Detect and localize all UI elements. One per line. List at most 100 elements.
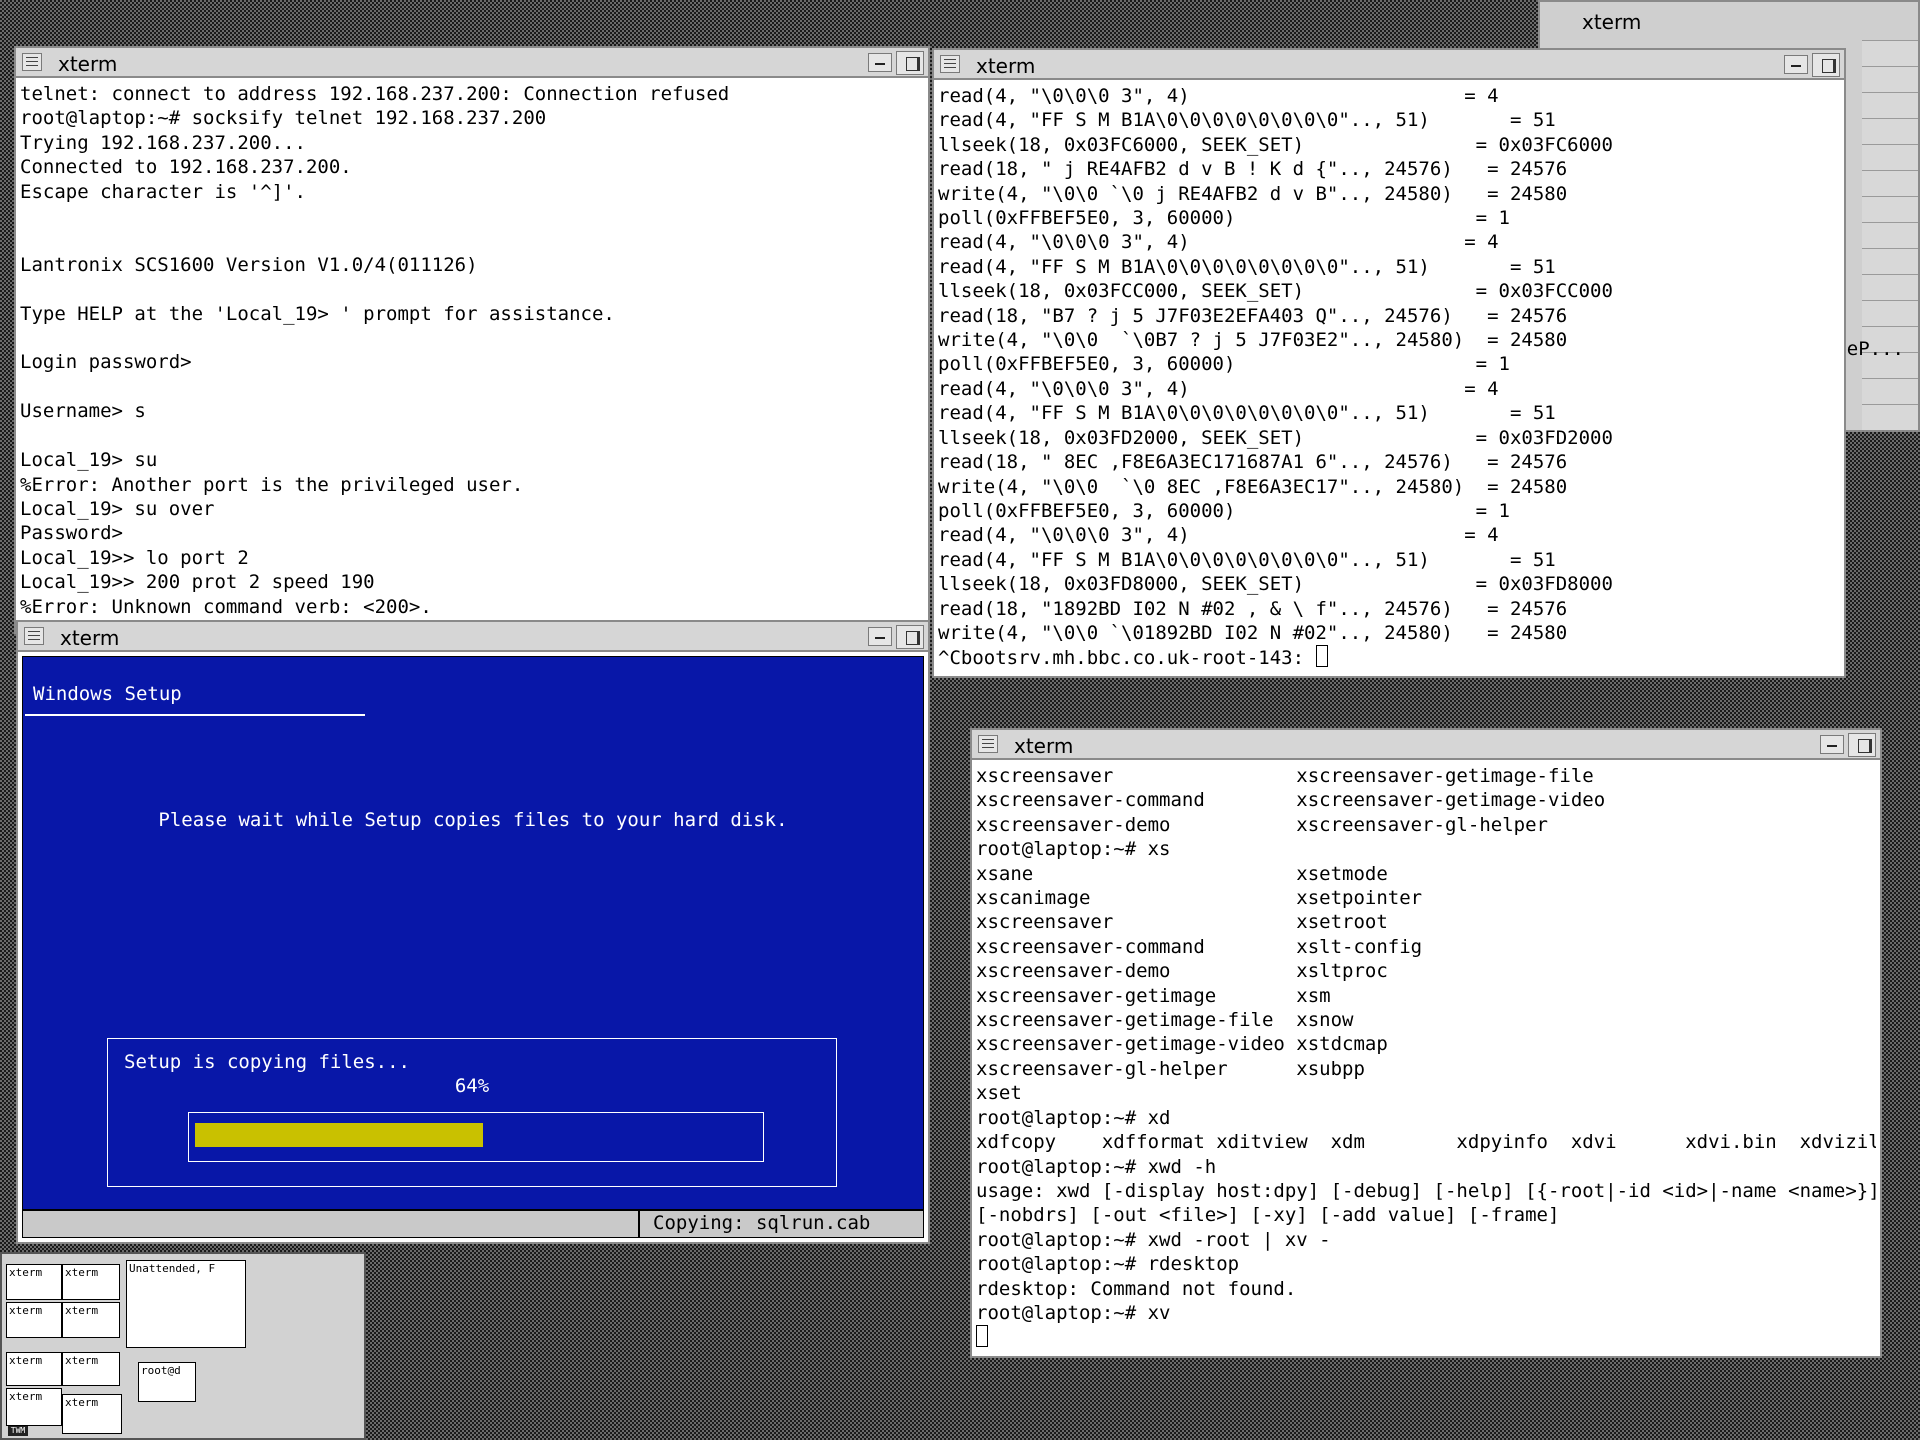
- terminal-line: [-nobdrs] [-out <file>] [-xy] [-add valu…: [976, 1204, 1560, 1227]
- setup-message: Please wait while Setup copies files to …: [158, 809, 788, 831]
- shell-lines: xscreensaver xscreensaver-getimage-file …: [976, 765, 1876, 1324]
- terminal-line: read(18, "1892BD I02 N #02 , & \ f".., 2…: [938, 597, 1568, 620]
- progress-bar-fill: [195, 1123, 483, 1147]
- pager-window-thumb[interactable]: xterm: [6, 1302, 62, 1338]
- pager-window-thumb[interactable]: xterm: [62, 1302, 120, 1338]
- terminal-line: xscreensaver-command xscreensaver-getima…: [976, 789, 1606, 812]
- minimize-icon[interactable]: [868, 627, 892, 646]
- terminal-line: xsane xsetmode: [976, 862, 1388, 885]
- terminal-line: llseek(18, 0x03FD2000, SEEK_SET) = 0x03F…: [938, 426, 1613, 449]
- pager-window-thumb[interactable]: xterm: [62, 1352, 120, 1386]
- window-menu-icon[interactable]: [22, 53, 42, 71]
- terminal-line: read(18, " 8EC ,F8E6A3EC171687A1 6".., 2…: [938, 451, 1568, 474]
- terminal-line: xset: [976, 1082, 1022, 1105]
- terminal-output[interactable]: xscreensaver xscreensaver-getimage-file …: [976, 764, 1876, 1356]
- terminal-line: write(4, "\0\0 `\01892BD I02 N #02".., 2…: [938, 621, 1568, 644]
- window-menu-icon[interactable]: [978, 735, 998, 753]
- copying-label: Setup is copying files...: [124, 1051, 410, 1073]
- pager-window-thumb[interactable]: xterm: [6, 1388, 62, 1426]
- xterm-windows-setup-window[interactable]: xterm Windows Setup Please wait while Se…: [16, 620, 930, 1244]
- virtual-desktop-pager[interactable]: xterm xterm Unattended, F xterm xterm xt…: [0, 1252, 366, 1440]
- pager-logo: TWM: [8, 1426, 28, 1436]
- terminal-line: poll(0xFFBEF5E0, 3, 60000) = 1: [938, 207, 1510, 230]
- shell-prompt: ^Cbootsrv.mh.bbc.co.uk-root-143:: [938, 647, 1316, 670]
- window-title: xterm: [976, 54, 1036, 78]
- background-xterm-row: [1862, 92, 1918, 119]
- window-menu-icon[interactable]: [24, 627, 44, 645]
- terminal-line: Local_19>> lo port 2: [20, 546, 249, 569]
- pager-window-thumb[interactable]: xterm: [6, 1352, 62, 1386]
- windows-setup-screen: Windows Setup Please wait while Setup co…: [22, 656, 924, 1238]
- status-text: Copying: sqlrun.cab: [653, 1212, 871, 1234]
- terminal-line: read(4, "\0\0\0 3", 4) = 4: [938, 377, 1499, 400]
- copy-progress-panel: Setup is copying files... 64%: [107, 1038, 837, 1187]
- terminal-line: Password>: [20, 522, 123, 545]
- pager-window-thumb[interactable]: xterm: [62, 1264, 120, 1300]
- terminal-line: read(4, "FF S M B1A\0\0\0\0\0\0\0\0".., …: [938, 255, 1556, 278]
- terminal-line: Username> s: [20, 400, 146, 423]
- text-cursor: [976, 1325, 988, 1348]
- terminal-line: root@laptop:~# xwd -h: [976, 1155, 1217, 1178]
- terminal-line: root@laptop:~# xv: [976, 1301, 1171, 1324]
- resize-icon[interactable]: [896, 625, 924, 649]
- minimize-icon[interactable]: [1784, 55, 1808, 74]
- terminal-line: read(4, "\0\0\0 3", 4) = 4: [938, 231, 1499, 254]
- window-title: xterm: [60, 626, 120, 650]
- title-bar[interactable]: xterm: [972, 730, 1880, 760]
- window-title: xterm: [58, 52, 118, 76]
- terminal-line: Escape character is '^]'.: [20, 180, 306, 203]
- terminal-line: llseek(18, 0x03FD8000, SEEK_SET) = 0x03F…: [938, 573, 1613, 596]
- window-menu-icon[interactable]: [940, 55, 960, 73]
- strace-lines: read(4, "\0\0\0 3", 4) = 4 read(4, "FF S…: [938, 85, 1613, 644]
- resize-icon[interactable]: [896, 51, 924, 75]
- heading-underline: [25, 714, 365, 716]
- resize-icon[interactable]: [1812, 53, 1840, 77]
- status-divider: [638, 1211, 640, 1237]
- terminal-line: read(4, "\0\0\0 3", 4) = 4: [938, 524, 1499, 547]
- pager-window-thumb[interactable]: xterm: [62, 1394, 122, 1434]
- terminal-line: Local_19> su: [20, 449, 158, 472]
- terminal-line: root@laptop:~# xwd -root | xv -: [976, 1228, 1331, 1251]
- resize-icon[interactable]: [1848, 733, 1876, 757]
- xterm-strace-window[interactable]: xterm read(4, "\0\0\0 3", 4) = 4 read(4,…: [932, 48, 1846, 678]
- background-xterm-partial-text: eP...: [1846, 338, 1904, 360]
- terminal-line: %Error: Another port is the privileged u…: [20, 473, 524, 496]
- progress-percent: 64%: [454, 1075, 490, 1097]
- background-xterm-row: [1862, 170, 1918, 197]
- status-bar: Copying: sqlrun.cab: [23, 1209, 923, 1237]
- pager-window-thumb[interactable]: xterm: [6, 1264, 62, 1300]
- terminal-line: read(4, "\0\0\0 3", 4) = 4: [938, 85, 1499, 107]
- xterm-telnet-window[interactable]: xterm telnet: connect to address 192.168…: [14, 46, 930, 634]
- terminal-line: xscreensaver-command xslt-config: [976, 935, 1423, 958]
- terminal-line: Local_19>> 200 prot 2 speed 190: [20, 571, 375, 594]
- terminal-output[interactable]: telnet: connect to address 192.168.237.2…: [20, 82, 924, 632]
- xterm-shell-window[interactable]: xterm xscreensaver xscreensaver-getimage…: [970, 728, 1882, 1358]
- minimize-icon[interactable]: [868, 53, 892, 72]
- terminal-line: xscreensaver-getimage-video xstdcmap: [976, 1033, 1388, 1056]
- terminal-line: llseek(18, 0x03FCC000, SEEK_SET) = 0x03F…: [938, 280, 1613, 303]
- text-cursor: [1315, 645, 1328, 668]
- background-xterm-row: [1862, 248, 1918, 275]
- background-xterm-row: [1862, 196, 1918, 223]
- terminal-line: Local_19> su over: [20, 497, 215, 520]
- pager-window-thumb[interactable]: root@d: [138, 1362, 196, 1402]
- background-xterm-row: [1862, 118, 1918, 145]
- pager-window-thumb[interactable]: Unattended, F: [126, 1260, 246, 1348]
- title-bar[interactable]: xterm: [18, 622, 928, 652]
- title-bar[interactable]: xterm: [16, 48, 928, 78]
- minimize-icon[interactable]: [1820, 735, 1844, 754]
- background-xterm-title: xterm: [1582, 10, 1642, 34]
- terminal-line: xdfcopy xdfformat xditview xdm xdpyinfo …: [976, 1131, 1876, 1154]
- terminal-output[interactable]: read(4, "\0\0\0 3", 4) = 4 read(4, "FF S…: [938, 84, 1840, 676]
- window-title: xterm: [1014, 734, 1074, 758]
- progress-bar: [188, 1112, 764, 1162]
- terminal-line: poll(0xFFBEF5E0, 3, 60000) = 1: [938, 353, 1510, 376]
- terminal-line: telnet: connect to address 192.168.237.2…: [20, 83, 730, 105]
- terminal-line: Login password>: [20, 351, 192, 374]
- title-bar[interactable]: xterm: [934, 50, 1844, 80]
- terminal-line: read(18, " j RE4AFB2 d v B ! K d {".., 2…: [938, 158, 1568, 181]
- terminal-line: %Error: Unknown command verb: <200>.: [20, 595, 432, 618]
- setup-heading: Windows Setup: [33, 683, 182, 705]
- terminal-line: Type HELP at the 'Local_19> ' prompt for…: [20, 302, 615, 325]
- background-xterm-row: [1862, 222, 1918, 249]
